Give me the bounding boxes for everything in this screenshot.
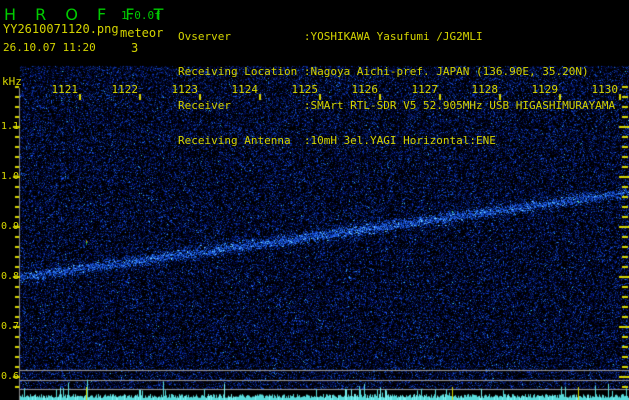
version-label: 1.0.0f <box>121 9 161 22</box>
time-label: 1122 <box>111 83 139 96</box>
freq-label: 0.8 <box>1 271 20 282</box>
hrofft-window: H R O F F T 1.0.0f YY2610071120.png mete… <box>0 0 629 400</box>
freq-label: 0.6 <box>1 371 20 382</box>
time-label: 1130 <box>591 83 619 96</box>
freq-label: 1.0 <box>1 171 20 182</box>
observer-line: Ovserver :YOSHIKAWA Yasufumi /JG2MLI <box>178 30 483 43</box>
receiver-line: Receiver :SMArt RTL-SDR V5 52.905MHz USB… <box>178 99 616 112</box>
datetime-label: 26.10.07 11:20 <box>3 41 96 54</box>
y-axis-unit-label: kHz <box>2 75 22 88</box>
time-label: 1121 <box>51 83 79 96</box>
mode-label: meteor <box>120 26 164 40</box>
freq-label: 0.7 <box>1 321 20 332</box>
time-label: 1123 <box>171 83 199 96</box>
time-label: 1129 <box>531 83 559 96</box>
meteor-count: 3 <box>131 41 139 55</box>
time-label: 1126 <box>351 83 379 96</box>
time-label: 1128 <box>471 83 499 96</box>
output-filename: YY2610071120.png <box>3 22 119 36</box>
antenna-line: Receiving Antenna :10mH 3el.YAGI Horizon… <box>178 133 496 147</box>
freq-label: 0.9 <box>1 221 20 232</box>
time-label: 1124 <box>231 83 259 96</box>
location-line: Receiving Location :Nagoya Aichi-pref. J… <box>178 64 589 78</box>
time-label: 1125 <box>291 83 319 96</box>
time-label: 1127 <box>411 83 439 96</box>
freq-label: 1.1 <box>1 121 20 132</box>
